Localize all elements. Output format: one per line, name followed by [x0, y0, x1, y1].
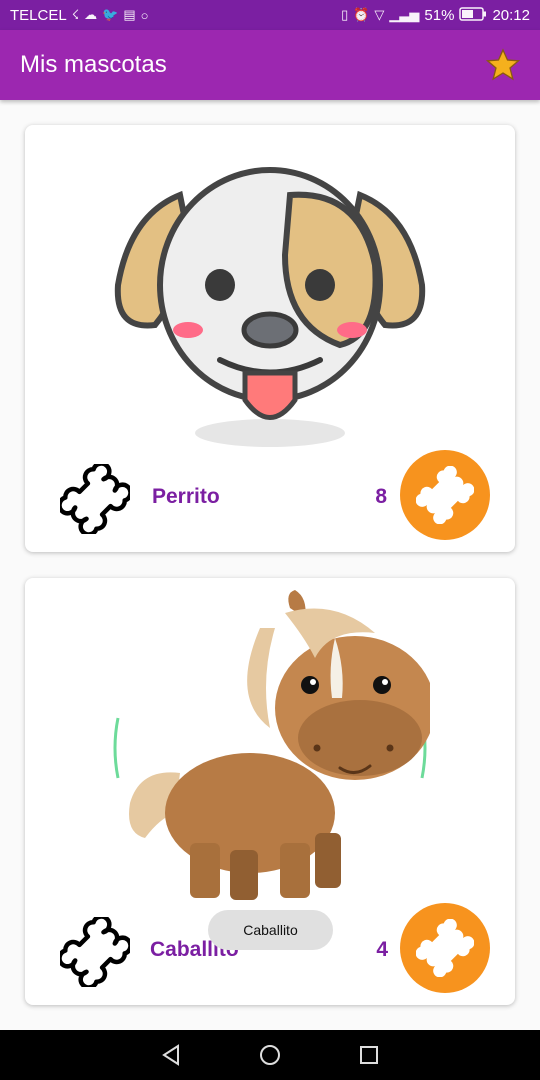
whatsapp-icon: ○: [140, 7, 149, 23]
alarm-icon: ⏰: [353, 7, 370, 22]
bone-icon: [60, 464, 130, 534]
bone-icon: [60, 917, 130, 987]
twitter-icon: 🐦: [102, 7, 119, 22]
navigation-bar: [0, 1030, 540, 1080]
favorites-button[interactable]: [486, 48, 520, 82]
pet-count: 4: [376, 938, 388, 961]
bone-icon: [416, 919, 474, 977]
back-icon: [162, 1044, 179, 1066]
recents-icon: [360, 1046, 378, 1064]
carrier-label: TELCEL: [10, 6, 67, 24]
status-left: TELCEL ☇ ☁ 🐦 ▤ ○: [10, 7, 149, 24]
signal-icon: ▁▃▅: [389, 7, 420, 22]
bone-icon: [416, 466, 474, 524]
app-title: Mis mascotas: [20, 51, 167, 78]
clock: 20:12: [492, 6, 530, 24]
home-icon: [260, 1045, 280, 1065]
star-icon: [486, 48, 520, 81]
battery-percent: 51%: [424, 6, 455, 24]
pet-name: Perrito: [152, 485, 220, 508]
pet-row: Perrito 8: [25, 442, 515, 552]
home-button[interactable]: [258, 1043, 282, 1067]
news-icon: ▤: [123, 7, 136, 22]
toast-message: Caballito: [208, 910, 333, 950]
app-bar: Mis mascotas: [0, 30, 540, 100]
recents-button[interactable]: [357, 1043, 381, 1067]
pet-count: 8: [375, 485, 387, 508]
feed-button[interactable]: [400, 450, 490, 540]
feed-button[interactable]: [400, 903, 490, 993]
status-right: ▯ ⏰ ▽ ▁▃▅ 51% 20:12: [341, 7, 530, 24]
cloud-icon: ☁: [84, 7, 98, 22]
pet-card: Perrito 8: [25, 125, 515, 552]
status-bar: TELCEL ☇ ☁ 🐦 ▤ ○ ▯ ⏰ ▽ ▁▃▅ 51% 20:12: [0, 0, 540, 30]
dog-image: [114, 167, 426, 447]
horse-image: [113, 590, 430, 900]
vibrate-icon: ▯: [341, 7, 349, 22]
battery-icon: [459, 6, 487, 24]
usb-icon: ☇: [71, 7, 80, 22]
back-button[interactable]: [159, 1043, 183, 1067]
wifi-icon: ▽: [374, 7, 385, 22]
